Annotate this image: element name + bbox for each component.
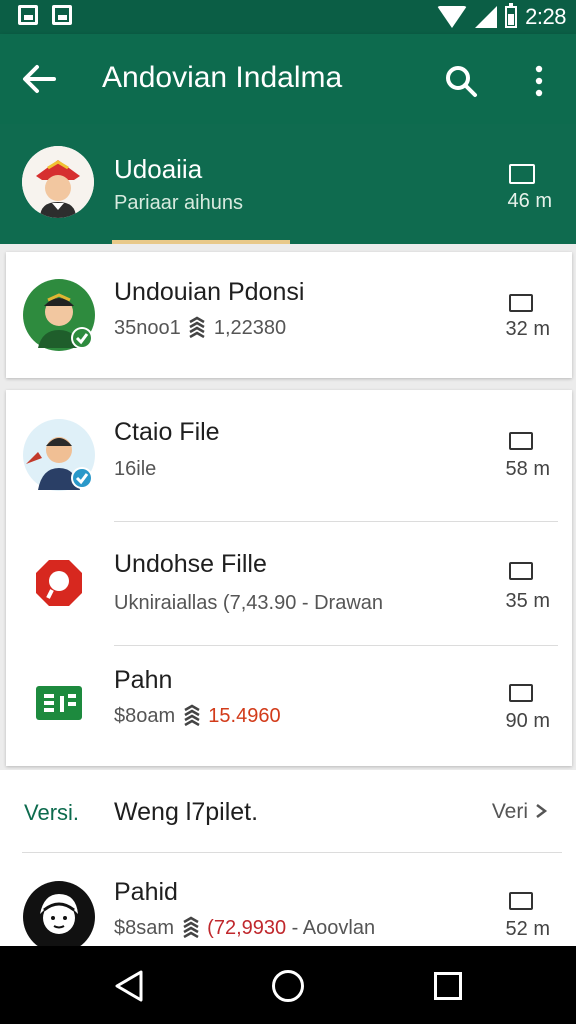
profile-subtitle: Pariaar aihuns	[114, 192, 243, 214]
item-time: 90 m	[505, 710, 550, 732]
item-title: Undouian Pdonsi	[114, 278, 305, 306]
status-bar: 2:28	[0, 0, 576, 34]
item-subtitle: $8sam (72,9930 - Aoovlan	[114, 916, 375, 940]
spreadsheet-icon	[36, 686, 82, 720]
item-subtitle-prefix: 35noo1	[114, 317, 187, 339]
battery-icon	[505, 3, 518, 28]
profile-header[interactable]: Udoaiia Pariaar aihuns 46 m	[0, 124, 576, 244]
avatar	[22, 880, 96, 954]
item-title: Pahn	[114, 666, 173, 694]
chevron-right-icon[interactable]	[534, 803, 548, 819]
item-time: 52 m	[505, 918, 550, 940]
view-all-link[interactable]: Veri	[492, 800, 528, 824]
item-subtitle-value: 1,22380	[213, 317, 287, 339]
avatar	[22, 278, 96, 352]
item-time: 35 m	[505, 590, 550, 612]
item-subtitle-prefix: $8oam	[114, 705, 181, 727]
avatar-illustration	[23, 279, 95, 351]
select-checkbox[interactable]	[509, 432, 533, 450]
notification-icons	[18, 5, 72, 25]
chat-card: Undouian Pdonsi 35noo1 1,22380 32 m	[6, 252, 572, 378]
item-subtitle-prefix: $8sam	[114, 917, 180, 939]
wifi-icon	[437, 6, 468, 28]
list-item[interactable]: Pahid $8sam (72,9930 - Aoovlan 52 m	[0, 854, 576, 953]
avatar-illustration	[23, 881, 95, 953]
select-checkbox[interactable]	[509, 294, 533, 312]
section-label[interactable]: Versi.	[24, 800, 79, 826]
item-amount: (72,9930	[207, 917, 287, 939]
file-icon	[22, 666, 96, 740]
select-checkbox[interactable]	[509, 684, 533, 702]
tab-indicator	[112, 240, 290, 244]
item-subtitle: $8oam 15.4960	[114, 704, 281, 728]
red-octagon-icon	[36, 560, 82, 606]
item-subtitle: 35noo1 1,22380	[114, 316, 286, 340]
section-title: Weng l7pilet.	[114, 798, 259, 826]
message-checkbox[interactable]	[509, 164, 535, 184]
nav-home-icon[interactable]	[272, 970, 304, 1002]
file-icon	[22, 546, 96, 620]
item-title: Undohse Fille	[114, 550, 267, 578]
status-clock: 2:28	[525, 4, 566, 29]
system-icons: 2:28	[437, 3, 566, 30]
list-item[interactable]: Undohse Fille Ukniraiallas (7,43.90 - Dr…	[6, 522, 572, 644]
item-time: 32 m	[505, 318, 550, 340]
search-icon[interactable]	[444, 64, 478, 98]
list-item[interactable]: Ctaio File 16ile 58 m	[6, 390, 572, 520]
avatar	[22, 418, 96, 492]
avatar-illustration	[22, 146, 94, 218]
divider	[22, 852, 562, 853]
transfer-icon	[184, 704, 200, 727]
profile-name: Udoaiia	[114, 154, 203, 184]
item-title: Ctaio File	[114, 418, 220, 446]
select-checkbox[interactable]	[509, 562, 533, 580]
item-subtitle: 16ile	[114, 458, 157, 480]
avatar	[22, 146, 94, 218]
nav-recents-icon[interactable]	[434, 972, 462, 1000]
image-notification-icon	[18, 5, 38, 25]
transfer-icon	[189, 316, 205, 339]
avatar-illustration	[23, 419, 95, 491]
item-subtitle-suffix: - Aoovlan	[286, 917, 376, 939]
more-options-icon[interactable]	[528, 64, 550, 98]
back-arrow-icon[interactable]	[22, 64, 56, 94]
nav-back-icon[interactable]	[112, 968, 146, 1004]
app-bar: Andovian Indalma	[0, 34, 576, 124]
item-title: Pahid	[114, 878, 178, 906]
item-subtitle: Ukniraiallas (7,43.90 - Drawan	[114, 592, 384, 614]
section: Versi. Weng l7pilet. Veri Pahid $8sam (7…	[0, 770, 576, 953]
file-card: Ctaio File 16ile 58 m Undohse Fille Ukni…	[6, 390, 572, 766]
navigation-bar	[0, 946, 576, 1024]
app-title: Andovian Indalma	[102, 61, 343, 94]
list-item[interactable]: Undouian Pdonsi 35noo1 1,22380 32 m	[6, 252, 572, 378]
item-amount: 15.4960	[208, 705, 281, 727]
select-checkbox[interactable]	[509, 892, 533, 910]
signal-icon	[475, 6, 498, 28]
gallery-notification-icon	[52, 5, 72, 25]
item-time: 58 m	[505, 458, 550, 480]
profile-time: 46 m	[507, 190, 552, 212]
list-item[interactable]: Pahn $8oam 15.4960 90 m	[6, 646, 572, 766]
transfer-icon	[182, 916, 199, 939]
